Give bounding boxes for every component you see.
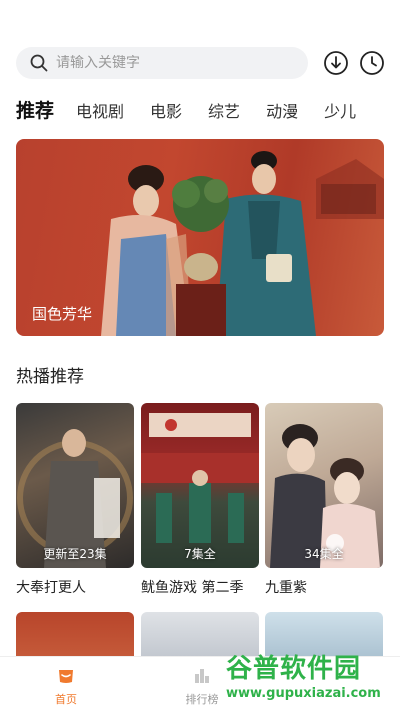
- tab-home[interactable]: 首页: [26, 665, 106, 707]
- tab-ranking-label: 排行榜: [185, 693, 219, 706]
- watermark-url: www.gupuxiazai.com: [226, 686, 381, 701]
- search-bar[interactable]: [16, 47, 308, 79]
- poster-title[interactable]: 大奉打更人: [16, 577, 86, 597]
- episode-badge: 34集全: [304, 547, 344, 561]
- tab-tv-series[interactable]: 电视剧: [76, 98, 124, 122]
- poster-artwork: [141, 413, 259, 543]
- poster-artwork: [17, 429, 133, 568]
- featured-banner[interactable]: 国色芳华: [16, 139, 384, 336]
- site-watermark: 谷普软件园 www.gupuxiazai.com: [222, 648, 396, 706]
- poster-artwork: [270, 424, 380, 568]
- tab-kids[interactable]: 少儿: [324, 98, 356, 122]
- tab-variety[interactable]: 综艺: [208, 98, 240, 122]
- tab-anime[interactable]: 动漫: [266, 98, 298, 122]
- poster-card[interactable]: 34集全: [265, 403, 383, 568]
- tab-recommend[interactable]: 推荐: [16, 96, 54, 123]
- tab-movies[interactable]: 电影: [150, 98, 182, 122]
- search-icon: [30, 54, 48, 72]
- home-icon: [59, 670, 73, 683]
- search-header: [16, 46, 388, 80]
- tab-home-label: 首页: [55, 693, 77, 706]
- poster-card[interactable]: 7集全: [141, 403, 259, 568]
- history-clock-icon[interactable]: [359, 50, 385, 76]
- download-icon[interactable]: [323, 50, 349, 76]
- category-tabs: 推荐 电视剧 电影 综艺 动漫 少儿: [16, 96, 400, 124]
- poster-title[interactable]: 鱿鱼游戏 第二季: [141, 577, 243, 597]
- banner-title: 国色芳华: [32, 305, 93, 323]
- section-title: 热播推荐: [16, 367, 84, 387]
- poster-title[interactable]: 九重紫: [265, 577, 307, 597]
- episode-badge: 更新至23集: [43, 547, 107, 561]
- watermark-title: 谷普软件园: [226, 654, 362, 684]
- search-input[interactable]: [56, 55, 276, 71]
- poster-card[interactable]: 更新至23集: [16, 403, 134, 568]
- episode-badge: 7集全: [184, 547, 216, 561]
- ranking-icon: [195, 669, 209, 683]
